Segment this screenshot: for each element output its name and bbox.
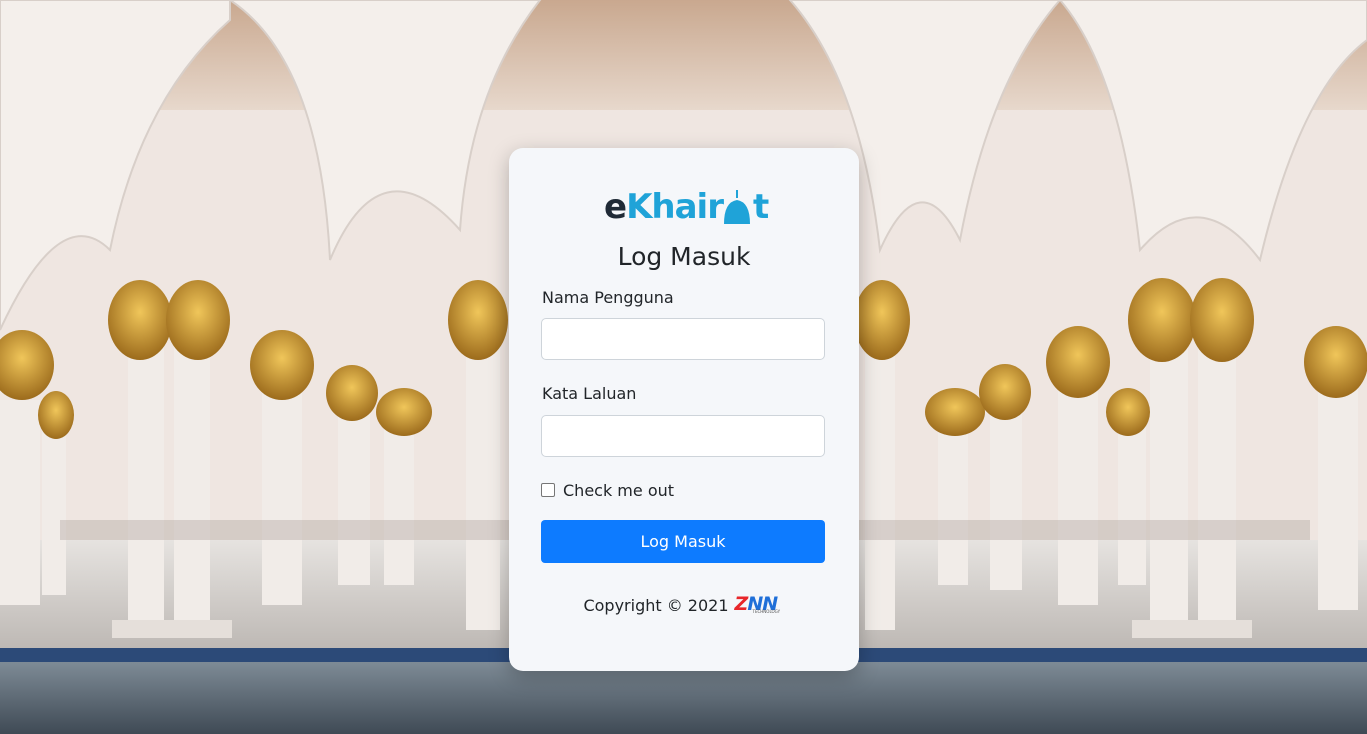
znn-logo-z: Z <box>734 593 749 615</box>
login-card: eKhair t Log Masuk Nama Pengguna Kata Lal… <box>509 148 859 671</box>
znn-logo: ZNN TECHNOLOGY <box>735 594 785 616</box>
logo-suffix: t <box>752 187 769 227</box>
login-button[interactable]: Log Masuk <box>541 520 825 563</box>
username-label: Nama Pengguna <box>542 288 674 307</box>
remember-row: Check me out <box>541 480 674 500</box>
password-input[interactable] <box>541 415 825 457</box>
page-title: Log Masuk <box>617 242 751 271</box>
logo-main: Khair <box>626 187 724 227</box>
ekhairat-logo: eKhair t <box>604 186 769 228</box>
check-me-out-label[interactable]: Check me out <box>563 481 674 500</box>
check-me-out-checkbox[interactable] <box>541 483 555 497</box>
footer: Copyright © 2021 ZNN TECHNOLOGY <box>509 594 859 616</box>
logo-prefix: e <box>604 187 627 227</box>
password-label: Kata Laluan <box>542 384 637 403</box>
mosque-dome-icon <box>724 190 750 224</box>
znn-logo-sub: TECHNOLOGY <box>752 609 781 614</box>
login-button-label: Log Masuk <box>640 532 726 551</box>
username-input[interactable] <box>541 318 825 360</box>
copyright-text: Copyright © 2021 <box>583 595 729 615</box>
